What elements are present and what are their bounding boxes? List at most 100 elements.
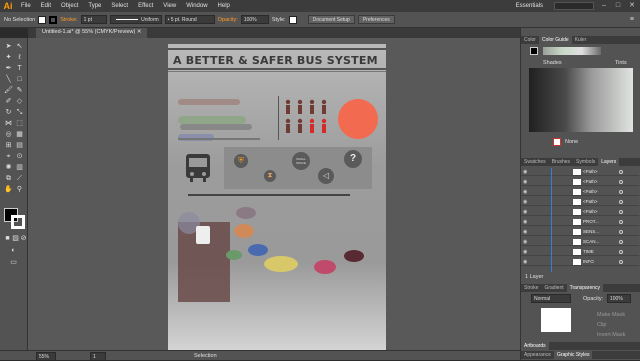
menu-window[interactable]: Window (181, 3, 212, 9)
menu-file[interactable]: File (16, 3, 36, 9)
opacity-label[interactable]: Opacity: (218, 17, 238, 23)
none-swatch-icon[interactable] (553, 138, 561, 146)
stroke-weight-field[interactable]: 1 pt (80, 15, 107, 24)
orange-circle[interactable] (338, 99, 378, 139)
eye-icon[interactable]: ◉ (523, 249, 527, 255)
green-blob[interactable] (226, 250, 242, 260)
panel-menu-icon[interactable]: ≡ (630, 16, 634, 23)
eye-icon[interactable]: ◉ (523, 229, 527, 235)
maximize-icon[interactable]: □ (614, 2, 622, 10)
tab-transparency[interactable]: Transparency (566, 284, 604, 292)
style-swatch[interactable] (288, 15, 297, 24)
menu-effect[interactable]: Effect (133, 3, 158, 9)
brush-definition[interactable]: • 5 pt. Round (164, 15, 215, 24)
target-circle-icon[interactable] (619, 210, 623, 214)
color-guide-grid[interactable] (529, 68, 633, 132)
tab-graphic-styles[interactable]: Graphic Styles (553, 351, 593, 359)
paintbrush-tool-icon[interactable]: 🖌 (4, 86, 13, 95)
line-tool-icon[interactable]: ╲ (4, 75, 13, 84)
screen-mode-icon[interactable]: ▭ (9, 258, 18, 267)
menu-help[interactable]: Help (213, 3, 235, 9)
transparency-opacity-field[interactable]: 100% (607, 294, 631, 303)
layer-row[interactable]: ◉ SENS... (521, 228, 639, 236)
lasso-tool-icon[interactable]: ℓ (15, 53, 24, 62)
blob-brush-icon[interactable]: ✐ (4, 97, 13, 106)
tab-stroke[interactable]: Stroke (521, 284, 541, 292)
close-tab-icon[interactable]: ✕ (137, 29, 142, 35)
close-icon[interactable]: ✕ (628, 2, 636, 10)
target-circle-icon[interactable] (619, 250, 623, 254)
menu-object[interactable]: Object (56, 3, 83, 9)
type-tool-icon[interactable]: T (15, 64, 24, 73)
question-icon[interactable]: ? (344, 150, 362, 168)
orange-blob[interactable] (234, 224, 254, 238)
stroke-swatch[interactable] (49, 15, 58, 24)
selection-tool-icon[interactable]: ➤ (4, 42, 13, 51)
dark-red-blob[interactable] (344, 250, 364, 262)
pen-tool-icon[interactable]: ✒ (4, 64, 13, 73)
eye-icon[interactable]: ◉ (523, 219, 527, 225)
artboard-tool-icon[interactable]: ⧉ (4, 174, 13, 183)
fill-swatch[interactable] (38, 15, 47, 24)
free-transform-icon[interactable]: ⬚ (15, 119, 24, 128)
layer-row[interactable]: ◉ <Path> (521, 178, 639, 186)
bar-green[interactable] (178, 116, 246, 124)
tab-appearance[interactable]: Appearance (521, 351, 554, 359)
gradient-tool-icon[interactable]: ▤ (15, 141, 24, 150)
target-circle-icon[interactable] (619, 190, 623, 194)
variable-width-profile[interactable]: Uniform (109, 15, 162, 24)
minimize-icon[interactable]: – (600, 2, 608, 10)
hourglass-icon[interactable]: ⧗ (264, 170, 276, 182)
layer-row[interactable]: ◉ SCAN... (521, 238, 639, 246)
layer-row[interactable]: ◉ <Path> (521, 198, 639, 206)
perspective-grid-icon[interactable]: ▦ (15, 130, 24, 139)
target-circle-icon[interactable] (619, 240, 623, 244)
pink-blob[interactable] (314, 260, 336, 274)
harmony-base-swatch[interactable] (530, 47, 538, 55)
bus-icon[interactable] (184, 152, 212, 184)
harmony-swatch-row[interactable] (543, 47, 601, 55)
eyedropper-icon[interactable]: ⌖ (4, 152, 13, 161)
bar-brown[interactable] (178, 99, 240, 105)
eye-icon[interactable]: ◉ (523, 259, 527, 265)
eraser-tool-icon[interactable]: ◇ (15, 97, 24, 106)
stroke-label[interactable]: Stroke: (60, 17, 77, 23)
slice-tool-icon[interactable]: ⟋ (15, 174, 24, 183)
bar-dark[interactable] (180, 124, 252, 130)
eye-icon[interactable]: ◉ (523, 239, 527, 245)
make-mask-button[interactable]: Make Mask (597, 312, 625, 318)
tab-brushes[interactable]: Brushes (549, 158, 573, 166)
layer-row[interactable]: ◉ <Path> (521, 168, 639, 176)
poster-title[interactable]: A BETTER & SAFER BUS SYSTEM (173, 54, 378, 67)
layer-row[interactable]: ◉ <Path> (521, 208, 639, 216)
menu-type[interactable]: Type (83, 3, 106, 9)
shield-icon[interactable]: ⛨ (234, 154, 248, 168)
hand-tool-icon[interactable]: ✋ (4, 185, 13, 194)
draw-mode-icon[interactable]: ◐ (9, 246, 18, 255)
menu-edit[interactable]: Edit (36, 3, 56, 9)
magic-wand-icon[interactable]: ✦ (4, 53, 13, 62)
document-setup-button[interactable]: Document Setup (307, 15, 355, 24)
tab-swatches[interactable]: Swatches (521, 158, 549, 166)
target-circle-icon[interactable] (619, 170, 623, 174)
target-circle-icon[interactable] (619, 260, 623, 264)
menu-view[interactable]: View (158, 3, 181, 9)
tab-artboards[interactable]: Artboards (521, 342, 549, 350)
tab-gradient[interactable]: Gradient (541, 284, 566, 292)
stroke-color-box[interactable] (11, 215, 25, 229)
document-tab[interactable]: Untitled-1.ai* @ 55% (CMYK/Preview) ✕ (36, 28, 148, 38)
none-mode-icon[interactable]: ⊘ (19, 234, 28, 243)
menu-select[interactable]: Select (106, 3, 133, 9)
symbol-sprayer-icon[interactable]: ✺ (4, 163, 13, 172)
width-tool-icon[interactable]: ⋈ (4, 119, 13, 128)
small-space-icon[interactable]: SMALL SPACE (292, 152, 310, 170)
target-circle-icon[interactable] (619, 220, 623, 224)
column-graph-icon[interactable]: ▥ (15, 163, 24, 172)
layer-row[interactable]: ◉ PROT... (521, 218, 639, 226)
speaker-icon[interactable]: ◁ (318, 168, 334, 184)
tab-layers[interactable]: Layers (598, 158, 620, 166)
zoom-tool-icon[interactable]: ⚲ (15, 185, 24, 194)
artboard[interactable]: A BETTER & SAFER BUS SYSTEM ⛨ ⧗ SMALL SP… (168, 44, 386, 356)
yellow-blob[interactable] (264, 256, 298, 272)
blend-tool-icon[interactable]: ⊙ (15, 152, 24, 161)
